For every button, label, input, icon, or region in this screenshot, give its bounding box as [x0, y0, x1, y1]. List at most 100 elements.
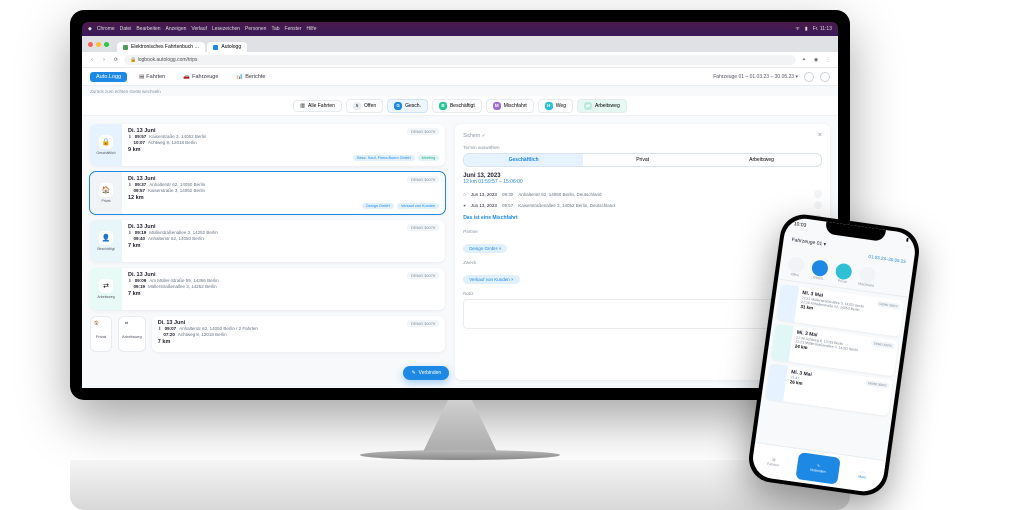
- battery-icon: ▮: [905, 237, 909, 249]
- filter-besch[interactable]: BBeschäftigt: [432, 99, 482, 113]
- nav-verbinden[interactable]: ✎Verbinden: [795, 452, 840, 485]
- trip-category-icon: 🔒Geschäftlich: [90, 124, 122, 166]
- search-icon[interactable]: [804, 72, 814, 82]
- menu-file[interactable]: Datei: [120, 26, 132, 32]
- nav-logg[interactable]: Auto.Logg: [90, 72, 127, 82]
- trip-address: Achtweg 8, 12018 Berlin: [148, 140, 197, 145]
- wp-date: Jun 13, 2023: [471, 203, 497, 208]
- trip-tag: Besc. Kauf, Firma Buero GmbH: [353, 155, 414, 161]
- imac-base: [360, 450, 560, 460]
- menu-icon[interactable]: ⋮: [824, 56, 832, 64]
- filter-offen[interactable]: 5Offen: [346, 99, 383, 113]
- chrome-window: Elektronisches Fahrtenbuch … Autologg ‹ …: [82, 36, 838, 388]
- menu-bookmarks[interactable]: Lesezeichen: [212, 26, 240, 32]
- nav-label: Fahrten: [146, 74, 165, 80]
- cat-label: Gesch.: [813, 275, 825, 281]
- menu-tab[interactable]: Tab: [271, 26, 279, 32]
- partner-pill[interactable]: Design GmbH ×: [463, 244, 507, 253]
- bottom-actions: 🏠Privat ⇄Arbeitsweg Di. 13 Juni DEMO 300…: [90, 316, 445, 352]
- menu-view[interactable]: Anzeigen: [166, 26, 187, 32]
- trip-card[interactable]: 🏠Privat Di. 13 Juni DEMO 30070 ⬇ 09:37An…: [90, 172, 445, 214]
- app-body: 🔒Geschäftlich Di. 13 Juni DEMO 30070 ⬇ 0…: [82, 116, 838, 388]
- menu-window[interactable]: Fenster: [285, 26, 302, 32]
- trip-card[interactable]: 👤Beschäftigt Di. 13 Juni DEMO 30070 ⬇ 09…: [90, 220, 445, 262]
- partner-label: Partner: [463, 229, 822, 234]
- nav-berichte[interactable]: 📊 Berichte: [230, 72, 271, 82]
- trip-badge: DEMO 30070: [407, 176, 439, 183]
- tab-title: Elektronisches Fahrtenbuch …: [131, 44, 199, 50]
- extension-icon[interactable]: ✦: [800, 56, 808, 64]
- trip-badge: DEMO 30070: [407, 272, 439, 279]
- vehicle-selector[interactable]: Fahrzeuge 01 – 01.03.23 – 30.05.23 ▾: [713, 74, 798, 80]
- reload-icon[interactable]: ⟳: [112, 56, 120, 64]
- avatar[interactable]: [820, 72, 830, 82]
- chrome-addressbar: ‹ › ⟳ 🔒 logbook.autologg.com/trips ✦ ◉ ⋮: [82, 52, 838, 68]
- type-segment: Geschäftlich Privat Arbeitsweg: [463, 153, 822, 167]
- url-input[interactable]: 🔒 logbook.autologg.com/trips: [124, 55, 796, 65]
- filter-label: Alle Fahrten: [308, 103, 335, 109]
- privat-button[interactable]: 🏠Privat: [90, 316, 112, 352]
- arbeitsweg-button[interactable]: ⇄Arbeitsweg: [118, 316, 146, 352]
- app-subheader[interactable]: Zurück zum echten Gerät wechseln: [82, 86, 838, 96]
- delete-icon[interactable]: [814, 201, 822, 209]
- zweck-pill[interactable]: Verkauf von Kunden ×: [463, 275, 519, 284]
- phone-trip-list: Mi. 3 MaiDEMO 3007022:21 Müllerstraßenal…: [755, 279, 909, 460]
- filter-label: Arbeitsweg: [595, 103, 620, 109]
- url-text: logbook.autologg.com/trips: [138, 57, 198, 63]
- nav-fahrten[interactable]: ▤ Fahrten: [133, 72, 171, 82]
- minimize-icon[interactable]: [96, 42, 101, 47]
- trip-address: Müllerstraßenallee 3, 14252 Berlin: [148, 284, 217, 289]
- browser-tab[interactable]: Elektronisches Fahrtenbuch …: [117, 42, 205, 52]
- trip-category-icon: 👤Beschäftigt: [90, 220, 122, 262]
- close-icon[interactable]: [88, 42, 93, 47]
- close-icon[interactable]: ×: [818, 132, 822, 139]
- trip-time: 07:20: [163, 332, 175, 337]
- menu-help[interactable]: Hilfe: [306, 26, 316, 32]
- maximize-icon[interactable]: [104, 42, 109, 47]
- filter-misch[interactable]: MMischfahrt: [486, 99, 534, 113]
- browser-tab[interactable]: Autologg: [207, 42, 247, 52]
- back-icon[interactable]: ‹: [88, 56, 96, 64]
- wp-time: 09:30: [502, 192, 513, 197]
- imac-chin: [70, 460, 850, 510]
- forward-icon[interactable]: ›: [100, 56, 108, 64]
- cat-item[interactable]: Privat: [834, 263, 853, 285]
- trip-km: 12 km: [128, 195, 439, 201]
- app-header: Auto.Logg ▤ Fahrten 🚗 Fahrzeuge 📊 Berich…: [82, 68, 838, 86]
- filter-weg[interactable]: HWeg: [538, 99, 573, 113]
- cat-item[interactable]: Mischfahrt: [858, 266, 877, 288]
- cat-item[interactable]: Offen: [787, 256, 806, 278]
- verbinden-button[interactable]: ✎ Verbinden: [403, 366, 449, 380]
- cat-label: Privat: [838, 279, 847, 284]
- nav-mehr[interactable]: ⋯Mehr: [840, 455, 886, 494]
- trip-card[interactable]: Di. 13 Juni DEMO 30070 ⬇ 09:07Anhalterst…: [152, 316, 445, 352]
- delete-icon[interactable]: [814, 190, 822, 198]
- trip-list: 🔒Geschäftlich Di. 13 Juni DEMO 30070 ⬇ 0…: [90, 124, 445, 380]
- nav-fahrten[interactable]: ▤Fahrten: [750, 443, 796, 482]
- trip-address: Kaiserstraße 3, 14052 Berlin: [148, 188, 205, 193]
- profile-icon[interactable]: ◉: [812, 56, 820, 64]
- seg-geschaeftlich[interactable]: Geschäftlich: [464, 154, 583, 166]
- filter-arbeit[interactable]: ⇄Arbeitsweg: [577, 99, 627, 113]
- merge-row: Das ist eine Mischfahrt: [463, 215, 822, 223]
- app-root: Auto.Logg ▤ Fahrten 🚗 Fahrzeuge 📊 Berich…: [82, 68, 838, 388]
- imac-device: ◆ Chrome Datei Bearbeiten Anzeigen Verla…: [70, 10, 850, 470]
- menu-history[interactable]: Verlauf: [191, 26, 207, 32]
- tab-title: Autologg: [221, 44, 241, 50]
- seg-arbeitsweg[interactable]: Arbeitsweg: [702, 154, 821, 166]
- menu-people[interactable]: Personen: [245, 26, 266, 32]
- trip-badge: DEMO 30070: [407, 128, 439, 135]
- menu-edit[interactable]: Bearbeiten: [136, 26, 160, 32]
- trip-km: 7 km: [128, 243, 439, 249]
- battery-icon: ▮: [805, 26, 808, 32]
- trip-card[interactable]: ⇄Arbeitsweg Di. 13 Juni DEMO 30070 ⬇ 09:…: [90, 268, 445, 310]
- nav-fahrzeuge[interactable]: 🚗 Fahrzeuge: [177, 72, 224, 82]
- filter-gesch[interactable]: GGesch.: [387, 99, 428, 113]
- trip-card[interactable]: 🔒Geschäftlich Di. 13 Juni DEMO 30070 ⬇ 0…: [90, 124, 445, 166]
- cat-item[interactable]: Gesch.: [810, 259, 829, 281]
- menubar-app[interactable]: Chrome: [97, 26, 115, 32]
- filter-alle[interactable]: ▥ Alle Fahrten: [293, 100, 342, 112]
- zweck-label: Zweck: [463, 260, 822, 265]
- nav-label: Fahrzeuge: [192, 74, 218, 80]
- seg-privat[interactable]: Privat: [583, 154, 702, 166]
